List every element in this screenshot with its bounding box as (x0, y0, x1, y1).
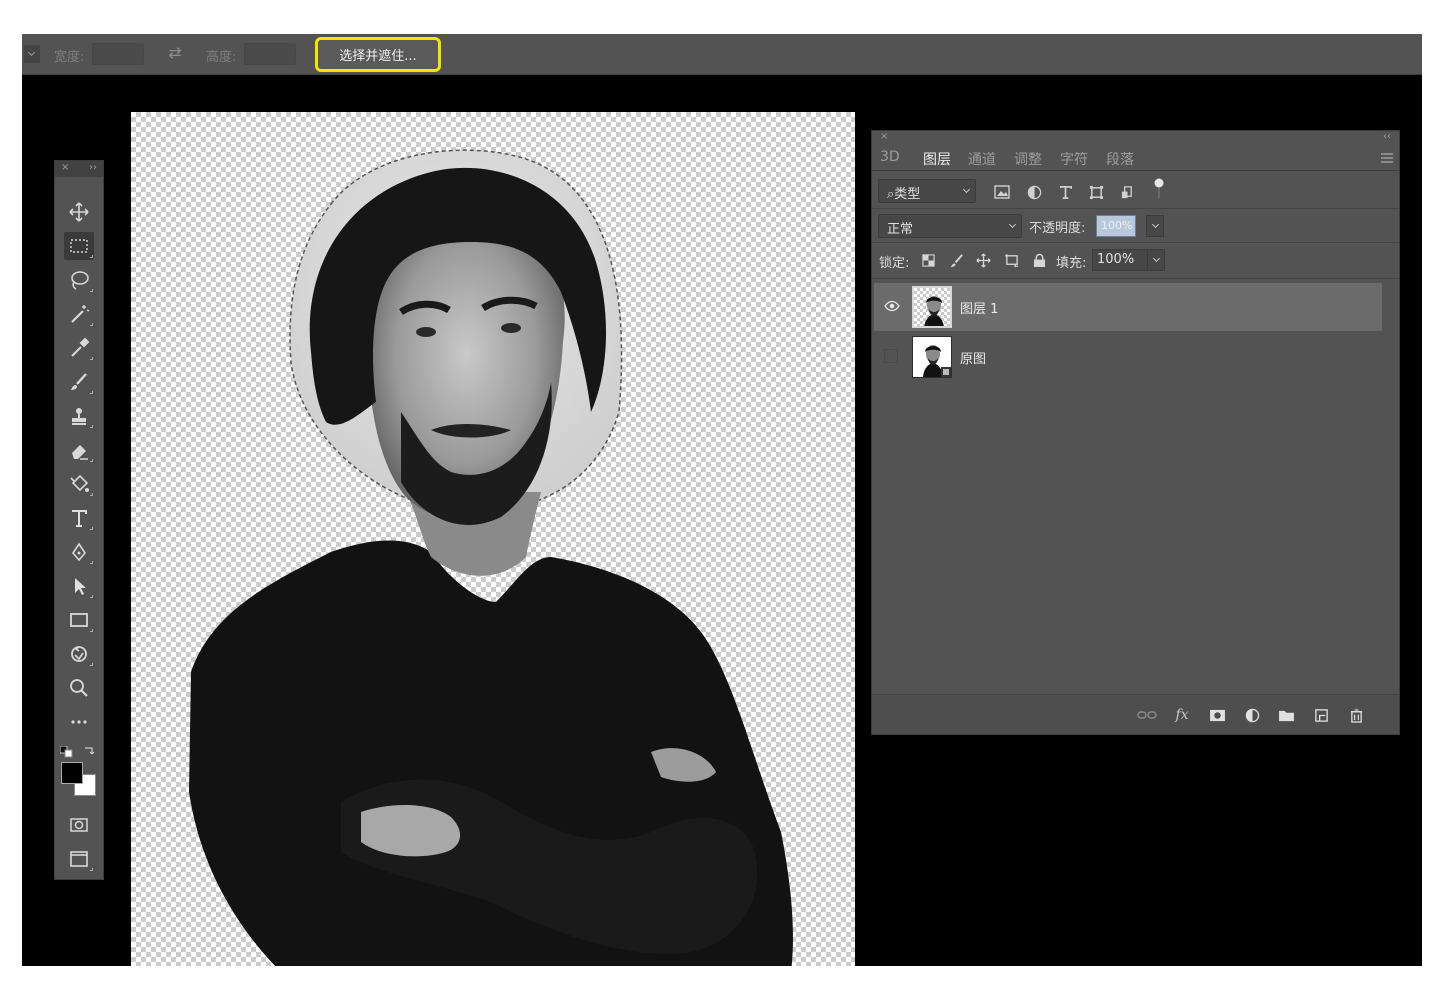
collapse-icon[interactable]: ‹‹ (1383, 131, 1391, 143)
panel-tabs: 3D 图层 通道 调整 字符 段落 (872, 145, 1399, 171)
more-tools-icon[interactable] (64, 708, 94, 736)
paint-bucket-tool-icon[interactable] (64, 470, 94, 498)
lock-transparency-icon[interactable] (919, 251, 937, 269)
swap-dimensions-icon[interactable]: ⇄ (164, 43, 186, 63)
tab-character[interactable]: 字符 (1060, 149, 1088, 169)
shape-filter-icon[interactable] (1086, 182, 1106, 202)
options-bar: 宽度: ⇄ 高度: 选择并遮住... (22, 34, 1422, 75)
foreground-color-swatch[interactable] (61, 762, 83, 784)
rectangular-marquee-tool-icon[interactable] (64, 232, 94, 260)
lasso-tool-icon[interactable] (64, 266, 94, 294)
close-icon[interactable]: × (61, 162, 69, 176)
opacity-input[interactable]: 100% (1096, 215, 1136, 237)
filter-toggle-icon[interactable] (1149, 178, 1169, 199)
document-canvas[interactable] (131, 112, 855, 966)
layer-row[interactable]: 原图 (874, 333, 1382, 381)
fill-input[interactable]: 100% (1092, 249, 1154, 271)
image-filter-icon[interactable] (992, 182, 1012, 202)
portrait-cutout-image (189, 149, 793, 966)
layer-row[interactable]: 图层 1 (874, 283, 1382, 331)
width-field[interactable] (92, 43, 144, 65)
type-tool-icon[interactable] (64, 504, 94, 532)
width-label: 宽度: (54, 50, 85, 65)
fill-slider-toggle[interactable] (1147, 249, 1165, 271)
tab-3d[interactable]: 3D (880, 149, 900, 165)
collapse-icon[interactable]: ›› (89, 162, 97, 176)
blend-row: 正常 不透明度: 100% (872, 209, 1399, 243)
add-mask-icon[interactable] (1206, 704, 1228, 726)
layer-thumbnail (912, 336, 952, 378)
move-tool-icon[interactable] (64, 198, 94, 226)
brush-tool-icon[interactable] (64, 368, 94, 396)
new-layer-icon[interactable] (1310, 704, 1332, 726)
screen-mode-icon[interactable] (64, 845, 94, 873)
lock-position-icon[interactable] (974, 251, 992, 269)
style-dropdown[interactable] (24, 45, 40, 63)
pen-tool-icon[interactable] (64, 538, 94, 566)
select-and-mask-button[interactable]: 选择并遮住... (315, 37, 441, 72)
lock-artboard-icon[interactable] (1002, 251, 1020, 269)
layer-thumbnail (912, 286, 952, 328)
height-field[interactable] (244, 43, 296, 65)
blend-mode-value: 正常 (887, 222, 914, 237)
default-colors-icon[interactable] (59, 743, 74, 758)
fx-icon[interactable]: fx (1171, 704, 1193, 726)
quick-mask-icon[interactable] (64, 811, 94, 839)
filter-kind-select[interactable]: ⌕类型 (878, 179, 976, 203)
lock-row: 锁定: 填充: 100% (872, 243, 1399, 279)
eyedropper-tool-icon[interactable] (64, 334, 94, 362)
blend-mode-select[interactable]: 正常 (878, 214, 1022, 238)
adjustment-layer-icon[interactable] (1241, 704, 1263, 726)
lock-label: 锁定: (879, 256, 910, 271)
photoshop-window: 宽度: ⇄ 高度: 选择并遮住... × ›› × ‹‹ 3D 图层 通道 调整… (22, 34, 1422, 966)
type-filter-icon[interactable] (1055, 182, 1075, 202)
visibility-toggle[interactable] (884, 349, 898, 363)
eye-icon[interactable] (884, 300, 900, 312)
height-label: 高度: (206, 50, 237, 65)
adjustment-filter-icon[interactable] (1024, 182, 1044, 202)
layers-panel: × ‹‹ 3D 图层 通道 调整 字符 段落 ⌕类型 正常 不透明度: 100%… (871, 130, 1400, 735)
zoom-tool-icon[interactable] (64, 674, 94, 702)
rectangle-tool-icon[interactable] (64, 606, 94, 634)
smart-object-filter-icon[interactable] (1117, 182, 1137, 202)
lock-all-icon[interactable] (1030, 251, 1048, 269)
opacity-slider-toggle[interactable] (1146, 215, 1164, 237)
clone-stamp-tool-icon[interactable] (64, 402, 94, 430)
layer-filter-row: ⌕类型 (872, 173, 1399, 209)
opacity-label: 不透明度: (1029, 221, 1086, 236)
filter-kind-label: 类型 (894, 187, 921, 202)
close-icon[interactable]: × (880, 131, 888, 143)
tab-adjustments[interactable]: 调整 (1014, 149, 1042, 169)
fill-label: 填充: (1056, 256, 1087, 271)
path-selection-tool-icon[interactable] (64, 572, 94, 600)
panel-menu-icon[interactable] (1381, 153, 1393, 163)
magic-wand-tool-icon[interactable] (64, 300, 94, 328)
link-layers-icon[interactable] (1136, 704, 1158, 726)
tab-layers[interactable]: 图层 (923, 149, 951, 169)
eraser-tool-icon[interactable] (64, 436, 94, 464)
new-group-icon[interactable] (1275, 704, 1297, 726)
layer-name[interactable]: 图层 1 (960, 298, 998, 317)
rotate-view-tool-icon[interactable] (64, 640, 94, 668)
tools-panel: × ›› (54, 160, 104, 880)
layers-panel-footer: fx (872, 694, 1399, 734)
tab-channels[interactable]: 通道 (968, 149, 996, 169)
trash-icon[interactable] (1345, 704, 1367, 726)
layer-name[interactable]: 原图 (960, 348, 986, 367)
swap-colors-icon[interactable] (83, 743, 97, 755)
lock-pixels-icon[interactable] (947, 251, 965, 269)
tab-paragraph[interactable]: 段落 (1106, 149, 1134, 169)
